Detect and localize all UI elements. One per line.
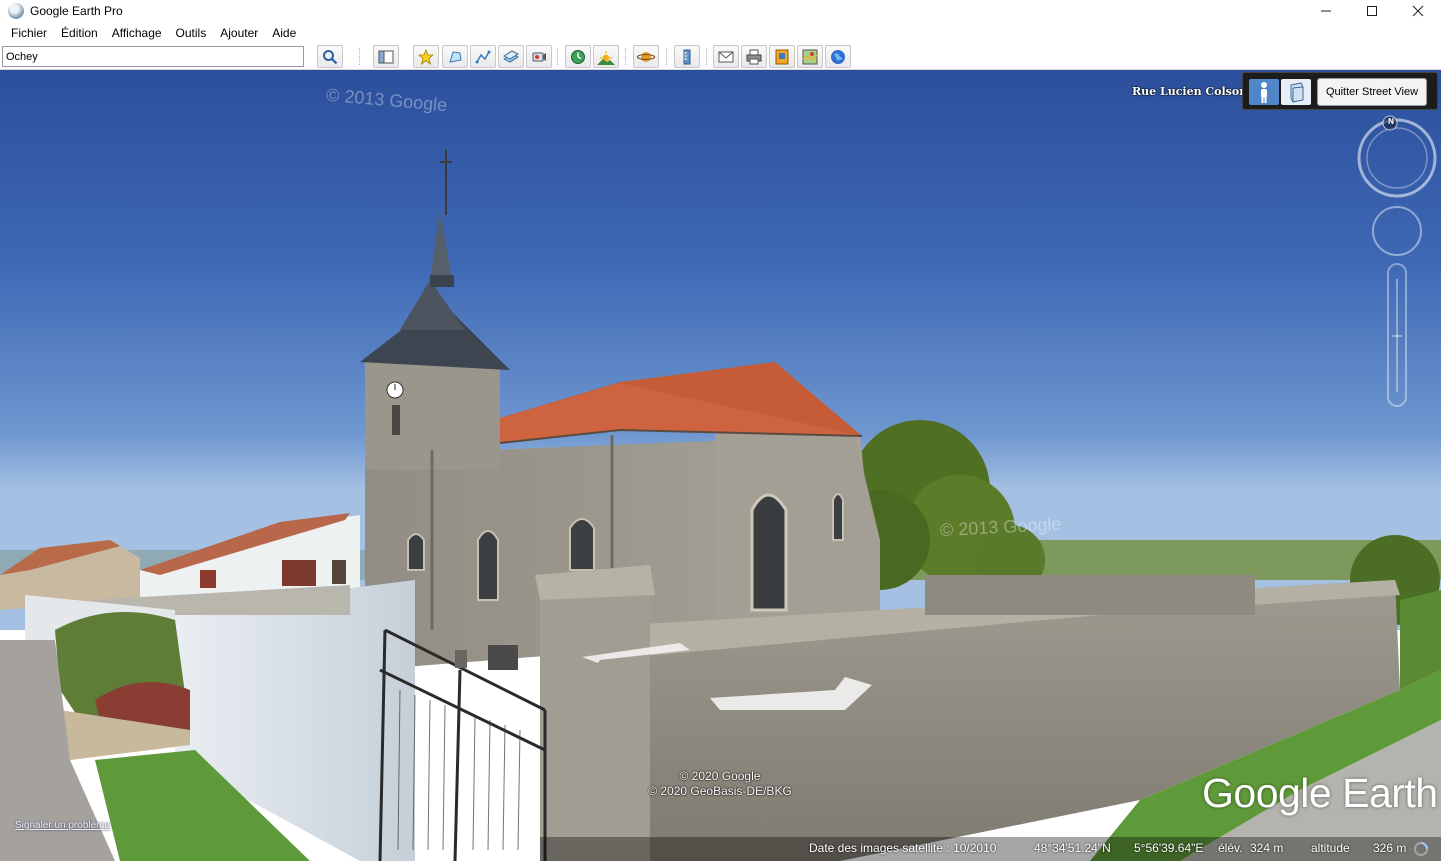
longitude-readout: 5°56'39.64"E	[1134, 841, 1204, 855]
pegman-button[interactable]	[1249, 79, 1279, 105]
pegman-icon	[1261, 82, 1267, 103]
email-icon	[718, 51, 734, 62]
street-view-panorama[interactable]	[0, 70, 1441, 861]
toolbar-separator	[625, 48, 626, 65]
sidebar-icon	[378, 50, 394, 63]
close-button[interactable]	[1395, 0, 1441, 22]
maximize-icon	[1367, 6, 1377, 16]
menu-aide[interactable]: Aide	[265, 26, 303, 40]
close-icon	[1412, 5, 1424, 17]
google-earth-app-icon	[8, 3, 24, 19]
record-tour-icon	[532, 52, 546, 61]
search-button[interactable]	[317, 45, 343, 68]
report-problem-link[interactable]: Signaler un problème	[15, 820, 110, 831]
latitude-readout: 48°34'51.24"N	[1034, 841, 1111, 855]
toolbar	[0, 43, 1441, 70]
street-view-viewport[interactable]: © 2013 Google © 2013 Google Rue Lucien C…	[0, 70, 1441, 861]
elevation-readout: 324 m	[1250, 841, 1284, 855]
streaming-progress-icon	[1414, 842, 1428, 856]
maximize-button[interactable]	[1349, 0, 1395, 22]
toolbar-separator	[557, 48, 558, 65]
planets-button[interactable]	[633, 45, 659, 68]
window-title: Google Earth Pro	[30, 4, 123, 18]
google-earth-logo: Google Earth	[1202, 770, 1438, 816]
elevation-label: élév.	[1218, 841, 1243, 855]
altitude-label: altitude	[1311, 841, 1350, 855]
toolbar-separator	[706, 48, 707, 65]
minimize-button[interactable]	[1303, 0, 1349, 22]
compass-north-label: N	[1388, 117, 1394, 126]
image-overlay-icon	[503, 49, 519, 63]
sidebar-toggle-button[interactable]	[373, 45, 399, 68]
add-polygon-button[interactable]	[442, 45, 468, 68]
compass-ring[interactable]	[1357, 115, 1437, 198]
save-image-icon	[775, 49, 789, 64]
imagery-date: Date des images satellite : 10/2010	[809, 841, 997, 855]
copyright-line: © 2020 GeoBasis-DE/BKG	[648, 784, 792, 798]
toolbar-separator	[666, 48, 667, 65]
minimize-icon	[1321, 10, 1331, 12]
status-bar: Date des images satellite : 10/2010 48°3…	[540, 837, 1441, 861]
path-icon	[475, 50, 491, 63]
look-joystick[interactable]	[1372, 206, 1422, 256]
maps-icon	[802, 49, 818, 64]
print-icon	[746, 49, 762, 64]
add-placemark-button[interactable]	[413, 45, 439, 68]
menu-outils[interactable]: Outils	[169, 26, 214, 40]
historical-imagery-button[interactable]	[565, 45, 591, 68]
street-name-label: Rue Lucien Colson	[1132, 85, 1248, 98]
planets-icon	[637, 51, 655, 62]
window-controls	[1303, 0, 1441, 22]
ruler-button[interactable]	[674, 45, 700, 68]
menu-ajouter[interactable]: Ajouter	[213, 26, 265, 40]
cube-view-icon	[1290, 82, 1304, 103]
toolbar-separator	[359, 48, 360, 65]
altitude-readout: 326 m	[1373, 841, 1407, 855]
photo-view-button[interactable]	[1281, 79, 1311, 105]
sunlight-button[interactable]	[593, 45, 619, 68]
title-bar: Google Earth Pro	[0, 0, 1441, 22]
record-tour-button[interactable]	[526, 45, 552, 68]
add-image-overlay-button[interactable]	[498, 45, 524, 68]
earth-view-button[interactable]	[825, 45, 851, 68]
menu-affichage[interactable]: Affichage	[105, 26, 169, 40]
search-input[interactable]	[2, 46, 304, 67]
copyright-notice: © 2020 Google © 2020 GeoBasis-DE/BKG	[620, 769, 820, 799]
email-button[interactable]	[713, 45, 739, 68]
placemark-icon	[418, 48, 434, 65]
menu-edition[interactable]: Édition	[54, 26, 105, 40]
copyright-line: © 2020 Google	[679, 769, 761, 783]
view-in-maps-button[interactable]	[797, 45, 823, 68]
menu-bar: Fichier Édition Affichage Outils Ajouter…	[0, 22, 1441, 43]
polygon-icon	[449, 50, 462, 63]
search-icon	[323, 49, 338, 64]
ruler-icon	[683, 49, 691, 64]
navigation-controls	[1357, 115, 1437, 407]
earth-globe-icon	[831, 49, 845, 64]
sunlight-icon	[597, 50, 615, 65]
save-image-button[interactable]	[769, 45, 795, 68]
quit-street-view-button[interactable]: Quitter Street View	[1317, 78, 1427, 106]
historical-imagery-icon	[571, 49, 585, 64]
add-path-button[interactable]	[470, 45, 496, 68]
print-button[interactable]	[741, 45, 767, 68]
zoom-slider[interactable]	[1387, 263, 1407, 407]
menu-fichier[interactable]: Fichier	[4, 26, 54, 40]
